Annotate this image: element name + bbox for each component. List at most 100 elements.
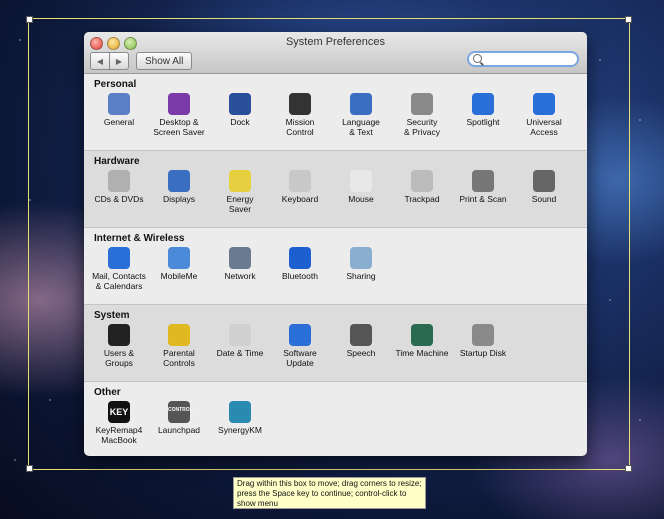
desktop-icon: [168, 93, 190, 115]
pref-pane-label: Print & Scan: [459, 194, 507, 204]
icon-text: CONTROL: [168, 407, 193, 413]
pref-pane-item[interactable]: Time Machine: [392, 324, 452, 358]
pref-pane-item[interactable]: Sound: [514, 170, 574, 204]
pref-pane-item[interactable]: Trackpad: [392, 170, 452, 204]
pref-pane-item[interactable]: Language & Text: [331, 93, 391, 137]
preference-panes: Personal General Desktop & Screen Saver Doc…: [84, 74, 587, 456]
pref-pane-label: Mission Control: [285, 117, 315, 137]
pref-pane-item[interactable]: Users & Groups: [89, 324, 149, 368]
search-input[interactable]: [467, 51, 579, 67]
mouse-icon: [350, 170, 372, 192]
pref-pane-label: Desktop & Screen Saver: [153, 117, 205, 137]
pref-pane-item[interactable]: Displays: [149, 170, 209, 204]
pref-pane-label: Network: [224, 271, 256, 281]
pref-pane-label: Startup Disk: [459, 348, 507, 358]
section-title: Internet & Wireless: [94, 233, 185, 244]
pref-pane-label: Bluetooth: [282, 271, 318, 281]
display-icon: [168, 170, 190, 192]
pref-pane-label: Spotlight: [466, 117, 500, 127]
section-title: Hardware: [94, 156, 140, 167]
bluetooth-icon: [289, 247, 311, 269]
pref-pane-item[interactable]: Bluetooth: [270, 247, 330, 281]
accessibility-icon: [533, 93, 555, 115]
folder-icon: [350, 247, 372, 269]
synergy-icon: [229, 401, 251, 423]
pref-pane-item[interactable]: Software Update: [270, 324, 330, 368]
pref-pane-item[interactable]: Date & Time: [210, 324, 270, 358]
pref-pane-label: SynergyKM: [218, 425, 262, 435]
show-all-button[interactable]: Show All: [136, 52, 193, 70]
window-title: System Preferences: [285, 36, 386, 48]
pref-pane-item[interactable]: CONTROL Launchpad: [149, 401, 209, 435]
trackpad-icon: [411, 170, 433, 192]
time-machine-icon: [411, 324, 433, 346]
pref-pane-item[interactable]: Parental Controls: [149, 324, 209, 368]
pref-pane-item[interactable]: Sharing: [331, 247, 391, 281]
cd-icon: [108, 170, 130, 192]
microphone-icon: [350, 324, 372, 346]
pref-pane-item[interactable]: Universal Access: [514, 93, 574, 137]
icon-text: KEY: [109, 407, 129, 417]
pref-pane-label: Sharing: [346, 271, 376, 281]
nav-buttons: ◀ ▶: [90, 52, 129, 70]
pref-pane-item[interactable]: Energy Saver: [210, 170, 270, 214]
pref-pane-item[interactable]: Mail, Contacts & Calendars: [89, 247, 149, 291]
pref-pane-item[interactable]: Startup Disk: [453, 324, 513, 358]
pref-pane-label: Launchpad: [157, 425, 201, 435]
forward-button[interactable]: ▶: [110, 52, 129, 70]
pref-pane-label: Parental Controls: [163, 348, 195, 368]
resize-handle-bottom-left[interactable]: [26, 465, 33, 472]
pref-pane-item[interactable]: Network: [210, 247, 270, 281]
pref-pane-item[interactable]: General: [89, 93, 149, 127]
section-internet-wireless: Internet & Wireless Mail, Contacts & Cale…: [84, 228, 587, 305]
pref-pane-label: Universal Access: [526, 117, 562, 137]
pref-pane-item[interactable]: Speech: [331, 324, 391, 358]
pref-pane-item[interactable]: Security & Privacy: [392, 93, 452, 137]
pref-pane-label: Users & Groups: [103, 348, 135, 368]
resize-handle-top-right[interactable]: [625, 16, 632, 23]
mission-control-icon: [289, 93, 311, 115]
clock-icon: [229, 324, 251, 346]
section-other: Other KEY KeyRemap4 MacBook CONTROL Launchpa…: [84, 382, 587, 456]
tooltip: Drag within this box to move; drag corne…: [233, 477, 426, 509]
house-lock-icon: [411, 93, 433, 115]
back-button[interactable]: ◀: [90, 52, 110, 70]
pref-pane-label: Mouse: [348, 194, 374, 204]
update-icon: [289, 324, 311, 346]
section-personal: Personal General Desktop & Screen Saver Doc…: [84, 74, 587, 151]
pref-pane-label: Time Machine: [395, 348, 449, 358]
pref-pane-item[interactable]: CDs & DVDs: [89, 170, 149, 204]
resize-handle-bottom-right[interactable]: [625, 465, 632, 472]
pref-pane-item[interactable]: Desktop & Screen Saver: [149, 93, 209, 137]
pref-pane-label: Energy Saver: [226, 194, 254, 214]
system-preferences-window: System Preferences ◀ ▶ Show All Personal…: [84, 32, 587, 456]
cloud-icon: [168, 247, 190, 269]
pref-pane-item[interactable]: Mouse: [331, 170, 391, 204]
parental-icon: [168, 324, 190, 346]
users-icon: [108, 324, 130, 346]
section-title: Other: [94, 387, 121, 398]
pref-pane-item[interactable]: Spotlight: [453, 93, 513, 127]
pref-pane-item[interactable]: Print & Scan: [453, 170, 513, 204]
pref-pane-label: CDs & DVDs: [94, 194, 144, 204]
pref-pane-item[interactable]: KEY KeyRemap4 MacBook: [89, 401, 149, 445]
search-icon: [473, 54, 482, 63]
resize-handle-top-left[interactable]: [26, 16, 33, 23]
lightbulb-icon: [229, 170, 251, 192]
pref-pane-label: Language & Text: [342, 117, 380, 137]
globe-icon: [229, 247, 251, 269]
section-title: System: [94, 310, 130, 321]
pref-pane-item[interactable]: Keyboard: [270, 170, 330, 204]
pref-pane-item[interactable]: Dock: [210, 93, 270, 127]
section-title: Personal: [94, 79, 137, 90]
control-icon: CONTROL: [168, 401, 193, 423]
pref-pane-label: General: [103, 117, 135, 127]
pref-pane-item[interactable]: Mission Control: [270, 93, 330, 137]
pref-pane-item[interactable]: MobileMe: [149, 247, 209, 281]
key-icon: KEY: [108, 401, 130, 423]
disk-icon: [472, 324, 494, 346]
pref-pane-item[interactable]: SynergyKM: [210, 401, 270, 435]
printer-icon: [472, 170, 494, 192]
section-system: System Users & Groups Parental Controls Dat…: [84, 305, 587, 382]
pref-pane-label: KeyRemap4 MacBook: [95, 425, 143, 445]
